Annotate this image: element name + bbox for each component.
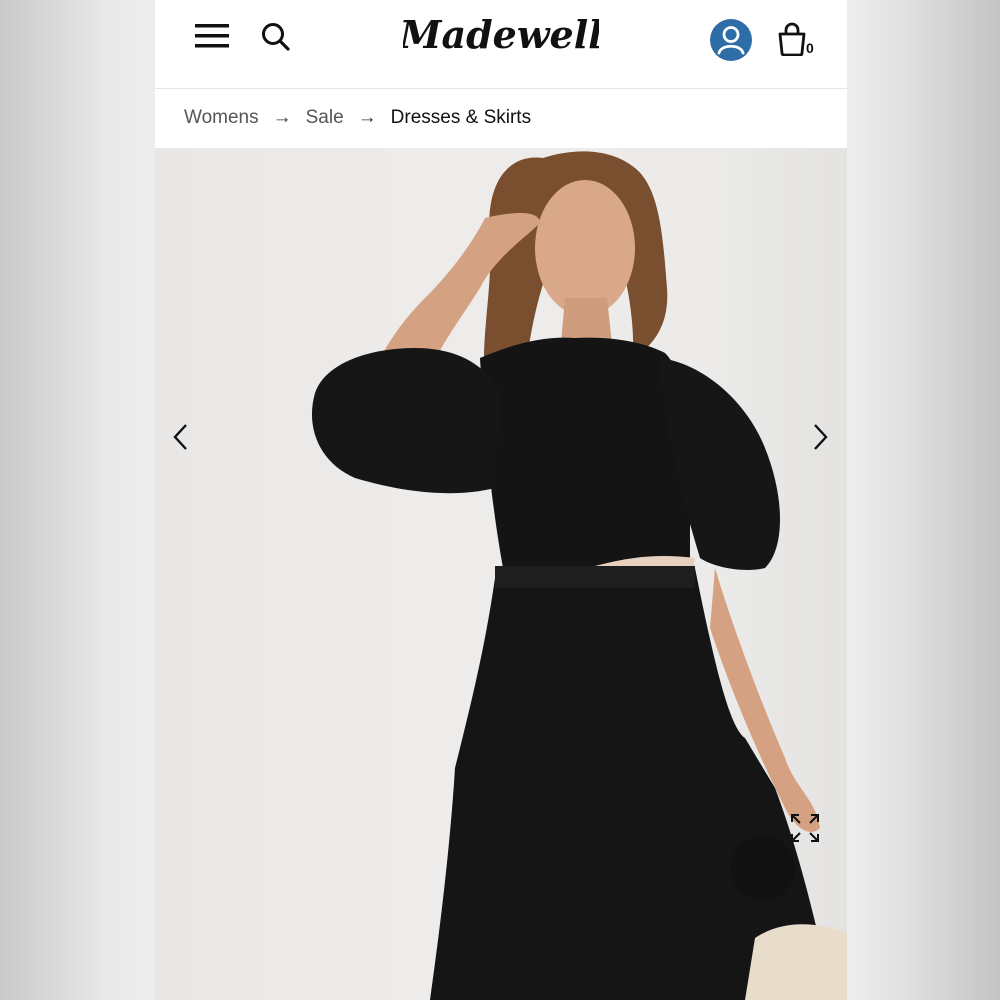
backdrop-right: [847, 0, 1000, 1000]
shopping-bag-icon[interactable]: [777, 22, 807, 56]
site-header: Madewell 0: [155, 0, 847, 89]
dress-bodice: [480, 337, 692, 578]
chevron-left-icon: [173, 424, 187, 450]
breadcrumb: Womens → Sale → Dresses & Skirts: [155, 89, 847, 147]
breadcrumb-dresses-skirts[interactable]: Dresses & Skirts: [391, 107, 531, 129]
breadcrumb-separator: →: [357, 107, 377, 128]
smocked-waist: [495, 566, 695, 588]
backdrop-left: [0, 0, 155, 1000]
previous-image-button[interactable]: [161, 417, 201, 457]
account-icon[interactable]: [709, 18, 753, 62]
puff-sleeve-left: [311, 348, 500, 494]
search-icon[interactable]: [261, 22, 291, 52]
breadcrumb-separator: →: [272, 107, 292, 128]
brand-name: Madewell: [403, 12, 599, 57]
bag-count: 0: [806, 40, 814, 56]
breadcrumb-womens[interactable]: Womens: [184, 107, 259, 129]
tote-bag: [745, 924, 847, 1000]
zoom-button-edge[interactable]: [731, 836, 795, 900]
brand-logo[interactable]: Madewell: [403, 6, 599, 66]
hamburger-menu-icon[interactable]: [195, 22, 229, 50]
breadcrumb-sale[interactable]: Sale: [306, 107, 344, 129]
face: [535, 180, 635, 316]
next-image-button[interactable]: [800, 417, 840, 457]
chevron-right-icon: [814, 424, 828, 450]
expand-icon[interactable]: [789, 812, 821, 844]
mobile-frame: Madewell 0 Womens → Sale → Dresses & Ski…: [155, 0, 847, 1000]
